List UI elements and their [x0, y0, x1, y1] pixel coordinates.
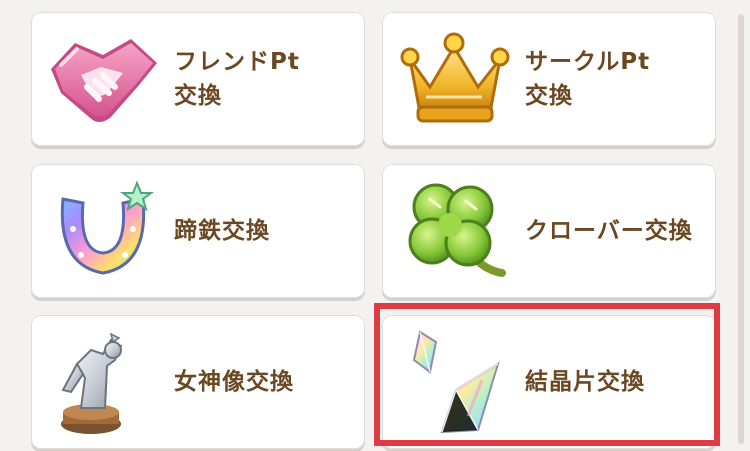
circle-pt-exchange-label: サークルPt 交換	[525, 49, 651, 109]
clover-exchange-label: クローバー交換	[525, 218, 693, 244]
clover-icon	[408, 183, 506, 277]
scrollbar[interactable]	[738, 14, 744, 444]
crystal-shard-exchange-button[interactable]: 結晶片交換	[382, 315, 716, 449]
handshake-icon	[51, 39, 157, 122]
goddess-statue-exchange-label: 女神像交換	[174, 369, 294, 395]
goddess-statue-icon	[61, 332, 123, 434]
horseshoe-icon	[60, 180, 154, 275]
clover-exchange-button[interactable]: クローバー交換	[382, 164, 716, 298]
goddess-statue-exchange-button[interactable]: 女神像交換	[31, 315, 365, 449]
friend-pt-exchange-label: フレンドPt 交換	[174, 49, 300, 109]
crystal-shard-icon	[412, 330, 500, 434]
crown-icon	[400, 32, 510, 123]
exchange-menu: フレンドPt 交換 サークルPt 交換 蹄鉄交換 クローバー交換 女神像交換 結…	[0, 0, 750, 451]
horseshoe-exchange-button[interactable]: 蹄鉄交換	[31, 164, 365, 298]
circle-pt-exchange-button[interactable]: サークルPt 交換	[382, 12, 716, 146]
crystal-shard-exchange-label: 結晶片交換	[525, 369, 645, 395]
friend-pt-exchange-button[interactable]: フレンドPt 交換	[31, 12, 365, 146]
horseshoe-exchange-label: 蹄鉄交換	[174, 218, 270, 244]
